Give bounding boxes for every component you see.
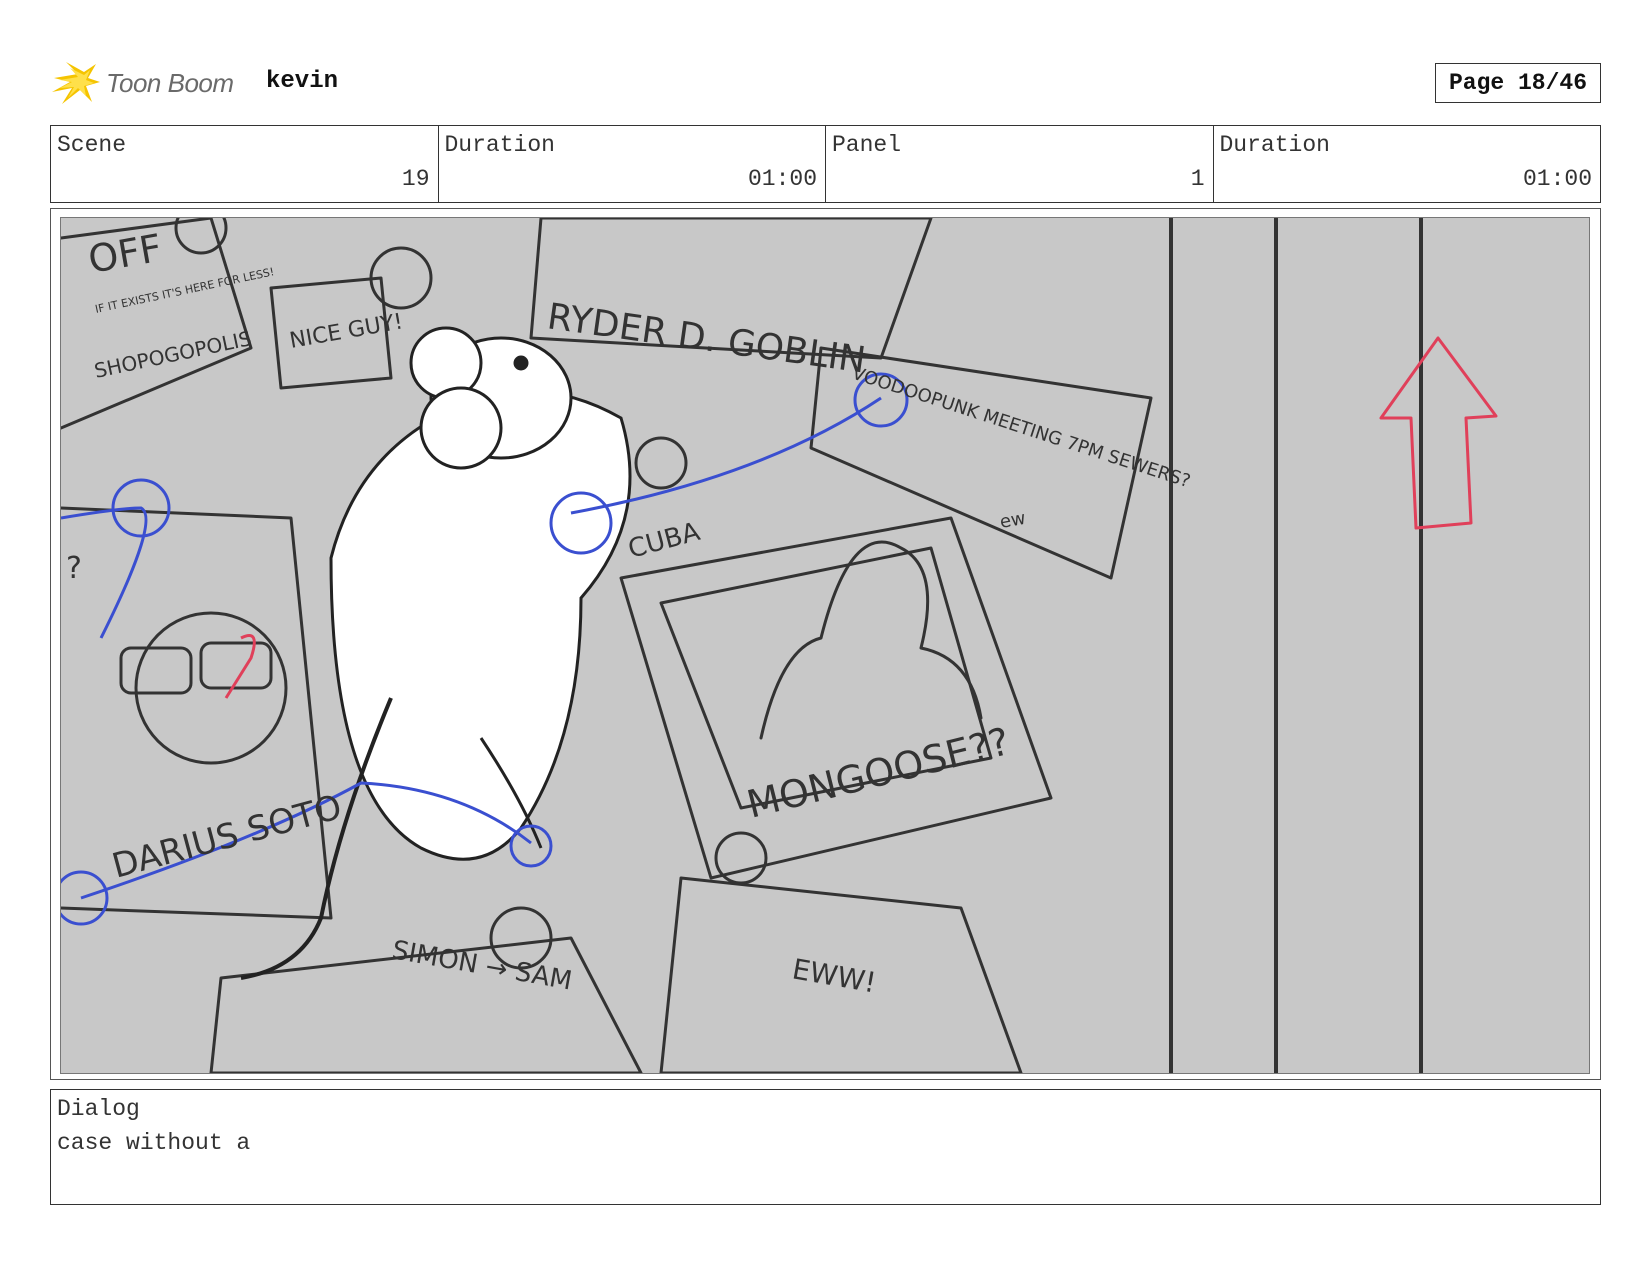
dialog-box: Dialog case without a bbox=[50, 1089, 1601, 1205]
user-name: kevin bbox=[266, 68, 339, 95]
panel-info-row: Scene 19 Duration 01:00 Panel 1 Duration… bbox=[50, 125, 1601, 203]
panel-duration-value: 01:00 bbox=[1522, 166, 1592, 192]
panel-duration-cell: Duration 01:00 bbox=[1214, 126, 1601, 202]
scene-duration-value: 01:00 bbox=[747, 166, 817, 192]
panel-value: 1 bbox=[1190, 166, 1205, 192]
dialog-label: Dialog bbox=[57, 1096, 140, 1122]
scene-value: 19 bbox=[401, 166, 430, 192]
panel-cell: Panel 1 bbox=[826, 126, 1214, 202]
scene-cell: Scene 19 bbox=[51, 126, 439, 202]
star-burst-icon bbox=[52, 62, 100, 104]
panel-duration-label: Duration bbox=[1219, 132, 1330, 158]
panel-sketch: OFF IF IT EXISTS IT'S HERE FOR LESS! SHO… bbox=[61, 218, 1589, 1073]
panel-label: Panel bbox=[832, 132, 902, 158]
logo-text: Toon Boom bbox=[106, 67, 234, 98]
sketch-text-ew: ew bbox=[998, 508, 1027, 533]
dialog-text: case without a bbox=[57, 1130, 251, 1156]
sketch-text-question: ? bbox=[66, 551, 82, 586]
page-number: Page 18/46 bbox=[1435, 63, 1601, 103]
scene-label: Scene bbox=[57, 132, 127, 158]
scene-duration-label: Duration bbox=[444, 132, 555, 158]
toon-boom-logo: Toon Boom bbox=[52, 58, 234, 108]
storyboard-panel-image: OFF IF IT EXISTS IT'S HERE FOR LESS! SHO… bbox=[60, 217, 1590, 1074]
scene-duration-cell: Duration 01:00 bbox=[439, 126, 826, 202]
